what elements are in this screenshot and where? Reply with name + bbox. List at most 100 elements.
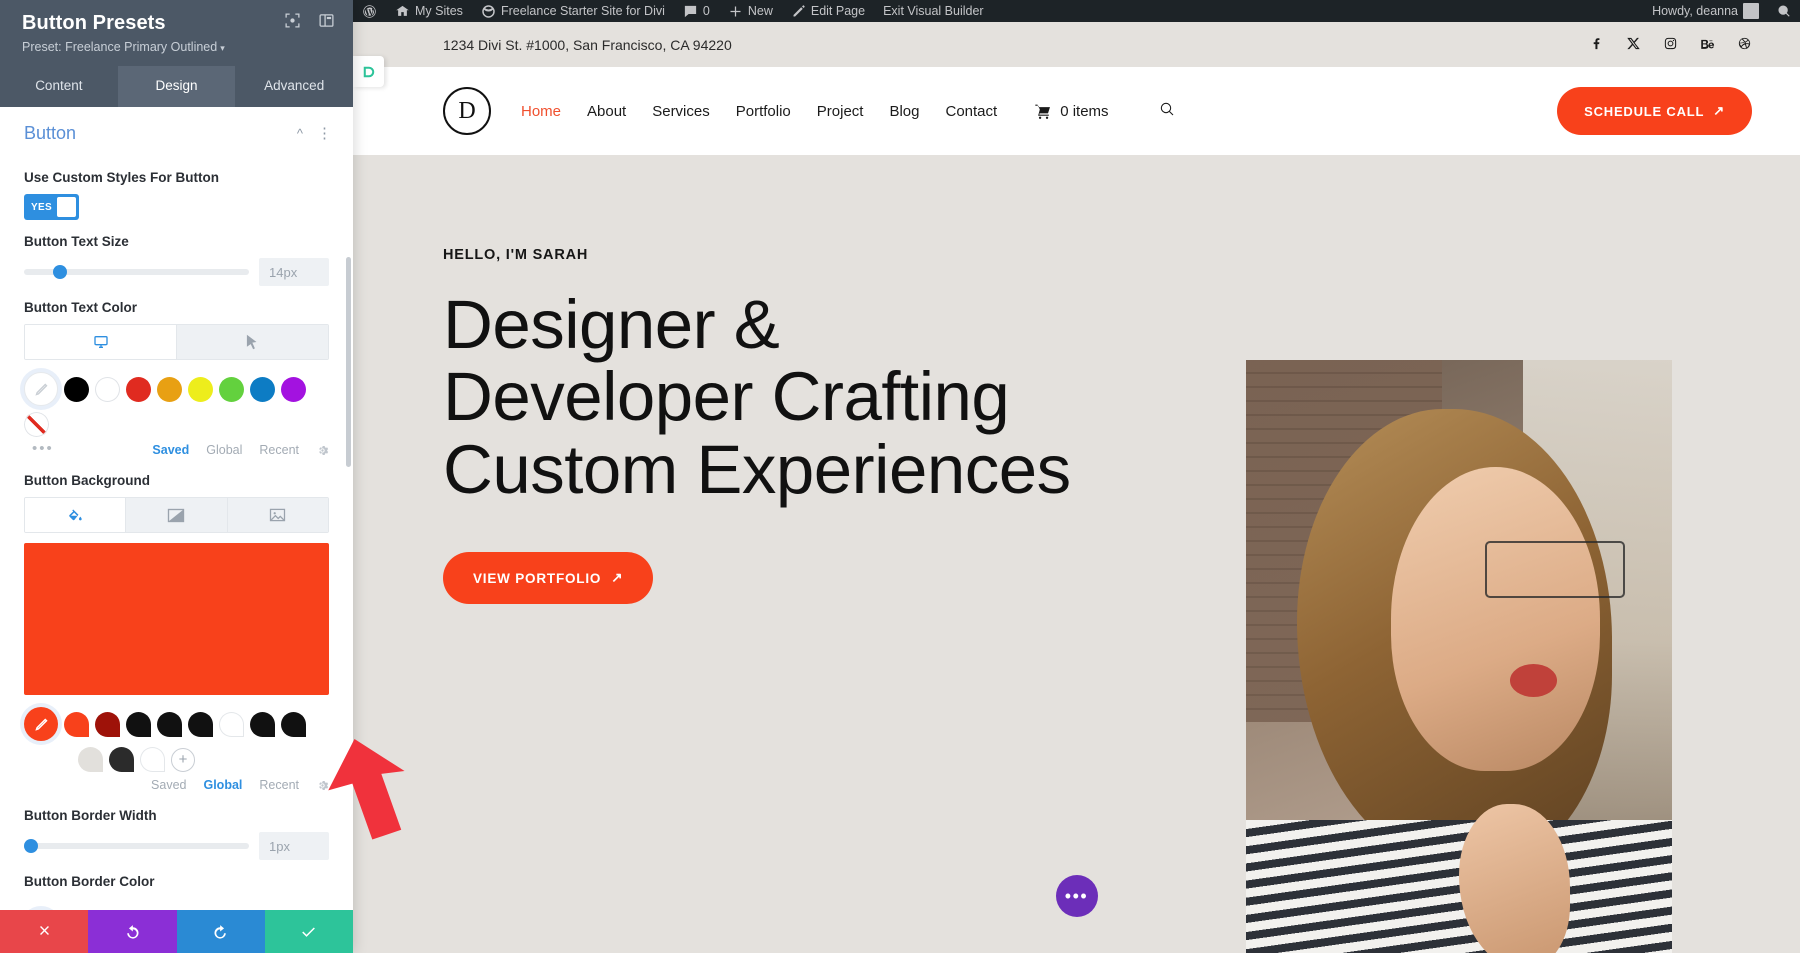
image-icon[interactable]: [228, 498, 328, 532]
button-text-size-control: 14px: [24, 258, 329, 286]
admin-bar-search[interactable]: [1768, 0, 1800, 22]
admin-bar-edit-page[interactable]: Edit Page: [782, 0, 874, 22]
site-navbar: D Home About Services Portfolio Project …: [353, 67, 1800, 155]
behance-icon[interactable]: [1700, 36, 1715, 54]
swatch-red[interactable]: [126, 377, 151, 402]
screen-root: 1234 Divi St. #1000, San Francisco, CA 9…: [0, 0, 1800, 953]
background-color-preview[interactable]: [24, 543, 329, 695]
divi-builder-tab[interactable]: [353, 56, 384, 87]
tab-advanced[interactable]: Advanced: [235, 66, 353, 107]
cancel-button[interactable]: [0, 910, 88, 953]
swatch-blue[interactable]: [250, 377, 275, 402]
swatch-green[interactable]: [219, 377, 244, 402]
cart-link[interactable]: 0 items: [1035, 103, 1108, 120]
admin-bar-exit-visual-builder[interactable]: Exit Visual Builder: [874, 0, 993, 22]
facebook-icon[interactable]: [1589, 36, 1604, 54]
toggle-value-label: YES: [27, 202, 57, 213]
nav-link-portfolio[interactable]: Portfolio: [736, 103, 791, 120]
site-logo[interactable]: D: [443, 87, 491, 135]
arrow-up-right-icon: ↗: [611, 570, 623, 586]
panel-header-icons: [284, 12, 335, 29]
swatch-white[interactable]: [95, 377, 120, 402]
nav-link-contact[interactable]: Contact: [946, 103, 998, 120]
nav-link-about[interactable]: About: [587, 103, 626, 120]
focus-target-icon: [284, 12, 301, 29]
dribbble-icon[interactable]: [1737, 36, 1752, 54]
admin-bar-site-name[interactable]: Freelance Starter Site for Divi: [472, 0, 674, 22]
panel-scrollbar-track[interactable]: [346, 107, 351, 953]
nav-link-project[interactable]: Project: [817, 103, 864, 120]
instagram-icon[interactable]: [1663, 36, 1678, 54]
wordpress-admin-bar: My Sites Freelance Starter Site for Divi…: [353, 0, 1800, 22]
background-tab-saved[interactable]: Saved: [151, 778, 186, 792]
chevron-up-icon[interactable]: ^: [297, 126, 303, 141]
admin-bar-new[interactable]: New: [719, 0, 782, 22]
undo-button[interactable]: [88, 910, 176, 953]
global-swatch-white-1[interactable]: [219, 712, 244, 737]
swatch-purple[interactable]: [281, 377, 306, 402]
shopping-cart-icon: [1035, 104, 1052, 119]
global-swatch-white-2[interactable]: [140, 747, 165, 772]
redo-button[interactable]: [177, 910, 265, 953]
preset-selector[interactable]: Preset: Freelance Primary Outlined▾: [22, 40, 335, 54]
background-swatches-row-1: [24, 695, 329, 743]
button-border-width-slider[interactable]: [24, 843, 249, 849]
builder-fab-button[interactable]: •••: [1056, 875, 1098, 917]
button-border-width-input[interactable]: 1px: [259, 832, 329, 860]
kebab-menu-icon[interactable]: ⋮: [317, 130, 333, 138]
my-sites-label: My Sites: [415, 4, 463, 18]
desktop-monitor-icon[interactable]: [25, 325, 177, 359]
use-custom-styles-toggle[interactable]: YES: [24, 194, 79, 220]
global-swatch-orange[interactable]: [64, 712, 89, 737]
background-color-picker-button[interactable]: [24, 707, 58, 741]
text-color-tab-saved[interactable]: Saved: [152, 443, 189, 457]
gradient-icon[interactable]: [126, 498, 227, 532]
nav-link-home[interactable]: Home: [521, 103, 561, 120]
global-swatch-light-gray[interactable]: [78, 747, 103, 772]
swatch-black[interactable]: [64, 377, 89, 402]
admin-bar-comments[interactable]: 0: [674, 0, 719, 22]
avatar: [1743, 3, 1759, 19]
background-tab-global[interactable]: Global: [203, 778, 242, 792]
admin-bar-my-sites[interactable]: My Sites: [386, 0, 472, 22]
x-twitter-icon[interactable]: [1626, 36, 1641, 54]
button-background-label: Button Background: [24, 473, 329, 488]
howdy-label: Howdy, deanna: [1652, 4, 1738, 18]
button-text-size-slider[interactable]: [24, 269, 249, 275]
global-swatch-dark-red[interactable]: [95, 712, 120, 737]
use-custom-styles-label: Use Custom Styles For Button: [24, 170, 329, 185]
panel-scroll-area: Button ^ ⋮ Use Custom Styles For Button …: [0, 107, 353, 953]
tab-content[interactable]: Content: [0, 66, 118, 107]
tab-design[interactable]: Design: [118, 66, 236, 107]
text-color-tab-global[interactable]: Global: [206, 443, 242, 457]
global-swatch-charcoal[interactable]: [109, 747, 134, 772]
global-swatch-black-2[interactable]: [157, 712, 182, 737]
button-text-size-input[interactable]: 14px: [259, 258, 329, 286]
more-dots-icon[interactable]: •••: [32, 445, 54, 453]
color-picker-button[interactable]: [24, 372, 58, 406]
paint-bucket-icon[interactable]: [25, 498, 126, 532]
global-swatch-black-1[interactable]: [126, 712, 151, 737]
field-button-border-width: Button Border Width 1px: [0, 808, 353, 860]
site-topbar: 1234 Divi St. #1000, San Francisco, CA 9…: [353, 22, 1800, 67]
background-tab-recent[interactable]: Recent: [259, 778, 299, 792]
global-swatch-black-4[interactable]: [250, 712, 275, 737]
swatch-transparent[interactable]: [24, 412, 49, 437]
save-button[interactable]: [265, 910, 353, 953]
nav-search-icon[interactable]: [1159, 101, 1175, 121]
panel-scrollbar-thumb[interactable]: [346, 257, 351, 467]
wordpress-logo-icon[interactable]: [353, 0, 386, 22]
swatch-orange[interactable]: [157, 377, 182, 402]
schedule-call-button[interactable]: SCHEDULE CALL ↗: [1557, 87, 1752, 135]
view-portfolio-button[interactable]: VIEW PORTFOLIO ↗: [443, 552, 653, 604]
face-shape: [1391, 467, 1600, 771]
text-color-tab-recent[interactable]: Recent: [259, 443, 299, 457]
nav-link-blog[interactable]: Blog: [889, 103, 919, 120]
add-swatch-button[interactable]: +: [171, 748, 195, 772]
hover-cursor-icon[interactable]: [177, 325, 328, 359]
swatch-yellow[interactable]: [188, 377, 213, 402]
nav-link-services[interactable]: Services: [652, 103, 710, 120]
global-swatch-black-5[interactable]: [281, 712, 306, 737]
global-swatch-black-3[interactable]: [188, 712, 213, 737]
admin-bar-my-account[interactable]: Howdy, deanna: [1643, 0, 1768, 22]
